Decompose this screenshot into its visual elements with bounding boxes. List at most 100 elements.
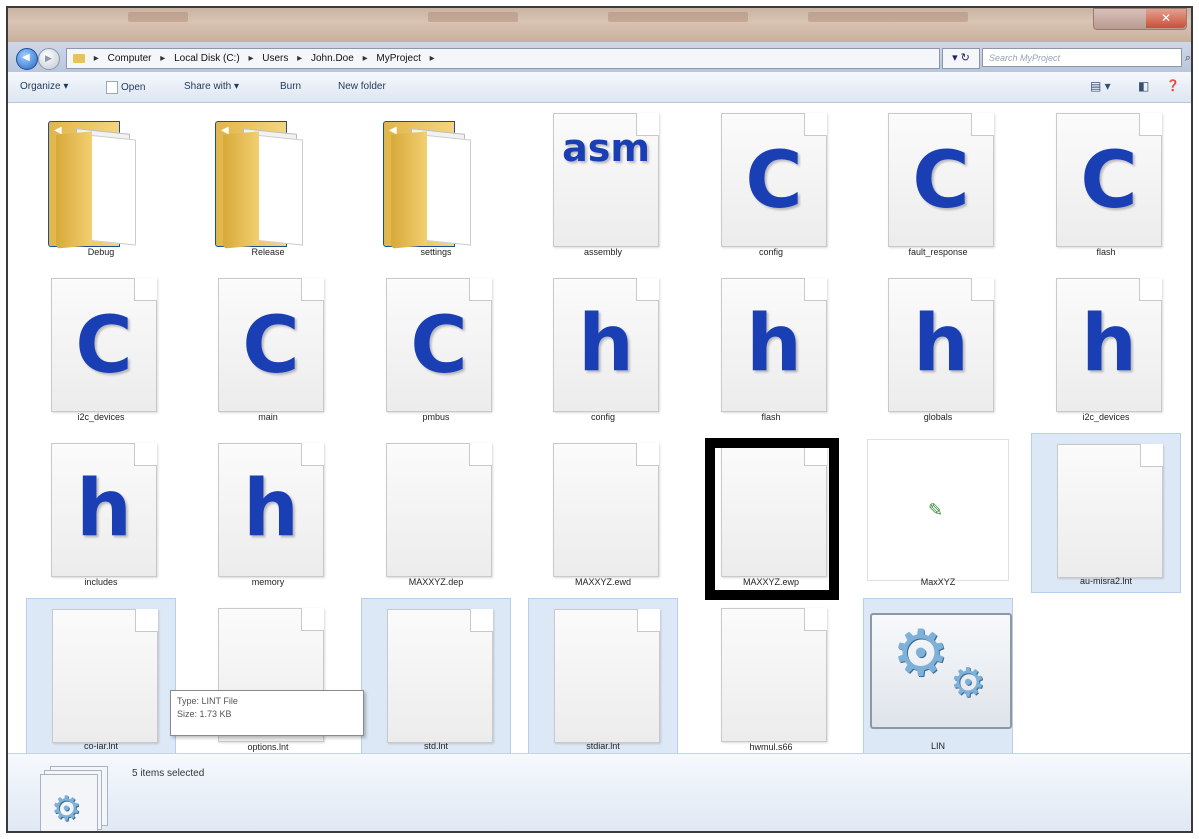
- file-name: memory: [251, 577, 285, 587]
- tooltip-size: Size: 1.73 KB: [177, 709, 232, 719]
- file-item[interactable]: MAXXYZ.ewd: [528, 433, 678, 593]
- organize-button[interactable]: Organize ▾: [20, 81, 68, 92]
- file-item-selected[interactable]: std.lnt: [361, 598, 511, 758]
- file-item[interactable]: C pmbus: [361, 268, 511, 428]
- file-item[interactable]: hwmul.s66: [696, 598, 846, 758]
- file-item[interactable]: h memory: [193, 433, 343, 593]
- file-item[interactable]: h config: [528, 268, 678, 428]
- refresh-button[interactable]: ▾ ↻: [942, 48, 980, 69]
- file-item[interactable]: h i2c_devices: [1031, 268, 1181, 428]
- file-item-selected[interactable]: au-misra2.lnt: [1031, 433, 1181, 593]
- blank-file-icon: [387, 609, 493, 743]
- file-name: options.lnt: [247, 742, 289, 752]
- c-file-icon: C: [721, 113, 827, 247]
- folder-icon: [73, 53, 85, 63]
- preview-pane-icon[interactable]: ◧: [1138, 79, 1149, 93]
- close-button[interactable]: ✕: [1146, 9, 1186, 28]
- file-name: globals: [923, 412, 953, 422]
- file-name: config: [590, 412, 616, 422]
- file-name: MAXXYZ.dep: [408, 577, 464, 587]
- file-item[interactable]: settings: [361, 103, 511, 263]
- file-item[interactable]: C fault_response: [863, 103, 1013, 263]
- address-bar[interactable]: ▸ Computer ▸ Local Disk (C:) ▸ Users ▸ J…: [66, 48, 940, 69]
- h-glyph: h: [76, 464, 132, 554]
- breadcrumb-users[interactable]: Users: [262, 53, 288, 64]
- folder-icon: [48, 113, 148, 249]
- title-blur: [808, 12, 968, 22]
- view-options-icon[interactable]: ▤ ▾: [1090, 79, 1111, 93]
- file-item[interactable]: C config: [696, 103, 846, 263]
- c-glyph: C: [410, 301, 468, 391]
- file-item[interactable]: h flash: [696, 268, 846, 428]
- file-list: Debug Release settings asm assembly C co…: [8, 103, 1191, 758]
- file-item-selected[interactable]: ⚙ ⚙ LIN: [863, 598, 1013, 758]
- gear-icon: ⚙: [892, 617, 950, 689]
- file-item[interactable]: h includes: [26, 433, 176, 593]
- folder-icon: [215, 113, 315, 249]
- burn-button[interactable]: Burn: [280, 81, 301, 92]
- asm-glyph: asm: [562, 126, 650, 170]
- file-tooltip: Type: LINT File Size: 1.73 KB: [170, 690, 364, 736]
- title-bar[interactable]: ✕: [8, 8, 1191, 42]
- title-blur: [428, 12, 518, 22]
- blank-file-icon: [554, 609, 660, 743]
- file-item[interactable]: ✎ MaxXYZ: [863, 433, 1013, 593]
- gear-icon: ⚙: [950, 661, 986, 705]
- file-item[interactable]: h globals: [863, 268, 1013, 428]
- selection-status: 5 items selected: [132, 768, 205, 779]
- file-item[interactable]: Release: [193, 103, 343, 263]
- file-item[interactable]: asm assembly: [528, 103, 678, 263]
- breadcrumb-separator: ▸: [297, 53, 303, 64]
- title-blur: [608, 12, 748, 22]
- c-glyph: C: [1080, 136, 1138, 226]
- share-with-button[interactable]: Share with ▾: [184, 81, 239, 92]
- h-glyph: h: [243, 464, 299, 554]
- h-file-icon: h: [51, 443, 157, 577]
- file-name: stdiar.lnt: [586, 741, 620, 751]
- back-button[interactable]: [16, 48, 38, 70]
- h-file-icon: h: [721, 278, 827, 412]
- file-item[interactable]: C flash: [1031, 103, 1181, 263]
- file-name: std.lnt: [423, 741, 448, 751]
- c-file-icon: C: [1056, 113, 1162, 247]
- open-label: Open: [121, 82, 146, 94]
- c-glyph: C: [745, 136, 803, 226]
- file-item[interactable]: MAXXYZ.dep: [361, 433, 511, 593]
- breadcrumb-computer[interactable]: Computer: [108, 53, 152, 64]
- breadcrumb-separator: ▸: [160, 53, 166, 64]
- file-item-selected[interactable]: co-iar.lnt: [26, 598, 176, 758]
- gears-icon: ⚙ ⚙: [870, 613, 1012, 729]
- breadcrumb-user[interactable]: John.Doe: [311, 53, 354, 64]
- file-name: MaxXYZ: [920, 577, 956, 587]
- c-glyph: C: [75, 301, 133, 391]
- help-icon[interactable]: ❓: [1166, 79, 1180, 92]
- new-folder-button[interactable]: New folder: [338, 81, 386, 92]
- file-item[interactable]: C i2c_devices: [26, 268, 176, 428]
- command-toolbar: Organize ▾ Open Share with ▾ Burn New fo…: [8, 72, 1191, 103]
- file-name: pmbus: [422, 412, 450, 422]
- file-name: settings: [420, 247, 452, 257]
- file-name: au-misra2.lnt: [1079, 576, 1133, 586]
- title-blur: [128, 12, 188, 22]
- c-file-icon: C: [51, 278, 157, 412]
- blank-file-icon: [553, 443, 659, 577]
- file-name: includes: [84, 577, 118, 587]
- c-glyph: C: [242, 301, 300, 391]
- breadcrumb-project[interactable]: MyProject: [376, 53, 420, 64]
- file-name: assembly: [583, 247, 622, 257]
- file-name: hwmul.s66: [749, 742, 793, 752]
- h-glyph: h: [746, 299, 802, 389]
- search-input[interactable]: Search MyProject ⌕: [982, 48, 1191, 67]
- open-button[interactable]: Open: [106, 81, 145, 94]
- breadcrumb-local-disk[interactable]: Local Disk (C:): [174, 53, 240, 64]
- navigation-row: ▸ Computer ▸ Local Disk (C:) ▸ Users ▸ J…: [8, 42, 1191, 72]
- file-item-selected[interactable]: stdiar.lnt: [528, 598, 678, 758]
- search-icon[interactable]: ⌕: [1185, 49, 1191, 68]
- file-item[interactable]: Debug: [26, 103, 176, 263]
- forward-button[interactable]: [38, 48, 60, 70]
- h-file-icon: h: [553, 278, 659, 412]
- file-item[interactable]: C main: [193, 268, 343, 428]
- file-name: Debug: [87, 247, 115, 257]
- blank-file-icon: [721, 608, 827, 742]
- stacked-file-icon: ⚙: [40, 774, 98, 831]
